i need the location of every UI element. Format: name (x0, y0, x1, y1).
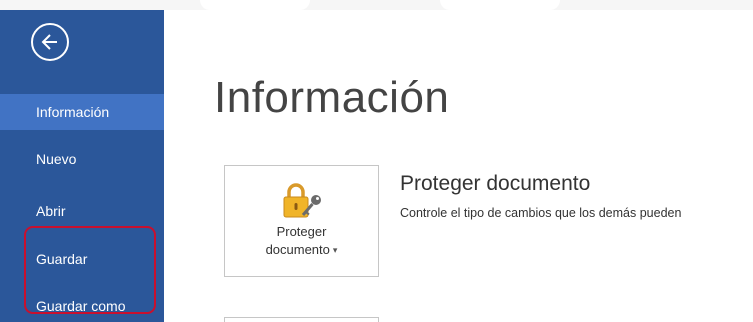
sidebar-item-informacion[interactable]: Información (0, 94, 164, 130)
sidebar-item-label: Guardar como (36, 298, 126, 314)
back-button[interactable] (31, 23, 69, 61)
sidebar-item-label: Guardar (36, 251, 88, 267)
sidebar-item-abrir[interactable]: Abrir (0, 193, 164, 229)
top-strip (0, 0, 753, 10)
page-title: Información (214, 73, 450, 122)
protect-document-description: Controle el tipo de cambios que los demá… (400, 206, 682, 220)
sidebar-item-label: Información (36, 104, 110, 120)
dropdown-caret-icon: ▾ (332, 245, 338, 255)
protect-document-heading: Proteger documento (400, 172, 591, 195)
backstage-view: Información Nuevo Abrir Guardar Guardar … (0, 0, 753, 322)
protect-document-label: Proteger documento ▾ (265, 224, 338, 257)
sidebar-item-guardar[interactable]: Guardar (0, 241, 164, 277)
back-arrow-icon (41, 34, 57, 50)
sidebar-item-label: Abrir (36, 203, 66, 219)
sidebar-item-guardar-como[interactable]: Guardar como (0, 288, 164, 322)
lock-key-icon (280, 181, 326, 221)
protect-document-button[interactable]: Proteger documento ▾ (224, 165, 379, 277)
sidebar-item-label: Nuevo (36, 151, 77, 167)
backstage-sidebar: Información Nuevo Abrir Guardar Guardar … (0, 10, 164, 322)
sidebar-item-nuevo[interactable]: Nuevo (0, 141, 164, 177)
next-tile[interactable] (224, 317, 379, 322)
